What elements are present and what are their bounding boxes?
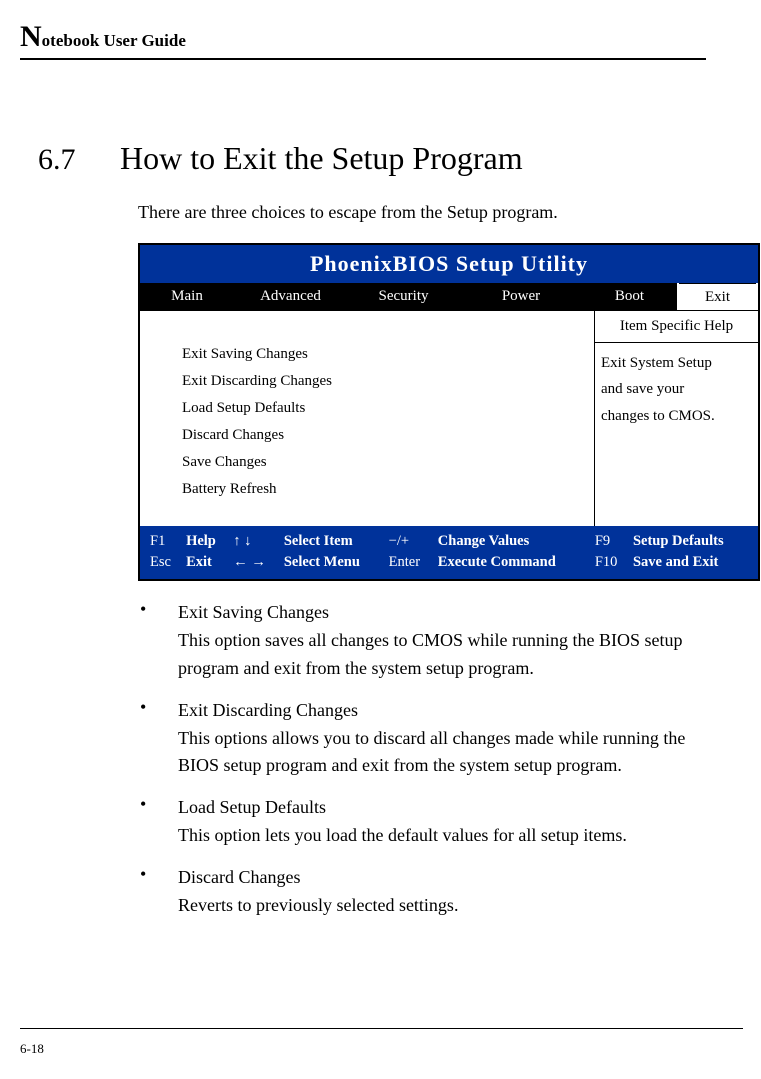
section-heading: 6.7 How to Exit the Setup Program [20, 140, 706, 177]
key-updown: ↑ ↓ [229, 531, 280, 552]
tab-security[interactable]: Security [347, 283, 460, 310]
bullet-dot: • [138, 697, 178, 781]
bios-help-line-3: changes to CMOS. [601, 408, 715, 424]
bios-help-panel: Item Specific Help Exit System Setup and… [595, 310, 758, 526]
bullet-list: • Exit Saving Changes This option saves … [138, 599, 706, 920]
bullet-body: Reverts to previously selected settings. [178, 895, 458, 915]
tab-boot[interactable]: Boot [582, 283, 677, 310]
bullet-title: Load Setup Defaults [178, 797, 326, 817]
key-f9: F9 [591, 531, 629, 552]
bullet-title: Discard Changes [178, 867, 300, 887]
menu-item-exit-saving[interactable]: Exit Saving Changes [182, 346, 594, 363]
key-minusplus-label: Change Values [434, 531, 591, 552]
bullet-item: • Exit Saving Changes This option saves … [138, 599, 706, 683]
tab-exit[interactable]: Exit [677, 283, 758, 310]
bullet-text: Load Setup Defaults This option lets you… [178, 794, 706, 850]
header-dropcap: N [20, 20, 42, 53]
bios-help-line-1: Exit System Setup [601, 355, 712, 371]
bullet-text: Discard Changes Reverts to previously se… [178, 864, 706, 920]
key-leftright: ← → [229, 552, 280, 573]
bios-help-body: Exit System Setup and save your changes … [595, 343, 758, 436]
bios-help-title: Item Specific Help [595, 311, 758, 343]
menu-item-save-changes[interactable]: Save Changes [182, 454, 594, 471]
intro-text: There are three choices to escape from t… [138, 202, 706, 223]
legend-row-1: F1 Help ↑ ↓ Select Item −/+ Change Value… [146, 531, 752, 552]
bullet-item: • Exit Discarding Changes This options a… [138, 697, 706, 781]
section-number: 6.7 [20, 143, 120, 177]
tab-power[interactable]: Power [460, 283, 582, 310]
tab-advanced[interactable]: Advanced [234, 283, 347, 310]
tab-exit-label: Exit [679, 283, 756, 310]
header-text: otebook User Guide [42, 31, 186, 50]
running-header: Notebook User Guide [20, 20, 706, 54]
key-f9-label: Setup Defaults [629, 531, 752, 552]
page-number: 6-18 [20, 1041, 44, 1057]
bullet-text: Exit Saving Changes This option saves al… [178, 599, 706, 683]
key-minusplus: −/+ [385, 531, 434, 552]
bullet-title: Exit Discarding Changes [178, 700, 358, 720]
key-esc-label: Exit [182, 552, 229, 573]
menu-item-exit-discarding[interactable]: Exit Discarding Changes [182, 373, 594, 390]
bullet-text: Exit Discarding Changes This options all… [178, 697, 706, 781]
menu-item-battery-refresh[interactable]: Battery Refresh [182, 481, 594, 498]
legend-row-2: Esc Exit ← → Select Menu Enter Execute C… [146, 552, 752, 573]
header-rule [20, 58, 706, 60]
bios-tab-bar: Main Advanced Security Power Boot Exit [140, 283, 758, 310]
key-esc: Esc [146, 552, 182, 573]
bullet-dot: • [138, 599, 178, 683]
bios-key-legend: F1 Help ↑ ↓ Select Item −/+ Change Value… [140, 526, 758, 579]
bios-body: Exit Saving Changes Exit Discarding Chan… [140, 310, 758, 526]
tab-main[interactable]: Main [140, 283, 234, 310]
menu-item-discard-changes[interactable]: Discard Changes [182, 427, 594, 444]
bios-title: PhoenixBIOS Setup Utility [140, 245, 758, 283]
key-f1: F1 [146, 531, 182, 552]
key-f10: F10 [591, 552, 629, 573]
bullet-dot: • [138, 864, 178, 920]
menu-item-load-defaults[interactable]: Load Setup Defaults [182, 400, 594, 417]
bullet-item: • Discard Changes Reverts to previously … [138, 864, 706, 920]
key-leftright-label: Select Menu [280, 552, 385, 573]
bullet-body: This option lets you load the default va… [178, 825, 627, 845]
section-title: How to Exit the Setup Program [120, 140, 523, 177]
bios-screenshot: PhoenixBIOS Setup Utility Main Advanced … [138, 243, 760, 581]
key-updown-label: Select Item [280, 531, 385, 552]
bios-menu: Exit Saving Changes Exit Discarding Chan… [140, 310, 595, 526]
bullet-item: • Load Setup Defaults This option lets y… [138, 794, 706, 850]
key-f1-label: Help [182, 531, 229, 552]
bullet-dot: • [138, 794, 178, 850]
bullet-title: Exit Saving Changes [178, 602, 329, 622]
key-enter-label: Execute Command [434, 552, 591, 573]
bullet-body: This option saves all changes to CMOS wh… [178, 630, 682, 678]
bios-help-line-2: and save your [601, 381, 684, 397]
key-f10-label: Save and Exit [629, 552, 752, 573]
key-enter: Enter [385, 552, 434, 573]
bullet-body: This options allows you to discard all c… [178, 728, 685, 776]
footer-rule [20, 1028, 743, 1029]
